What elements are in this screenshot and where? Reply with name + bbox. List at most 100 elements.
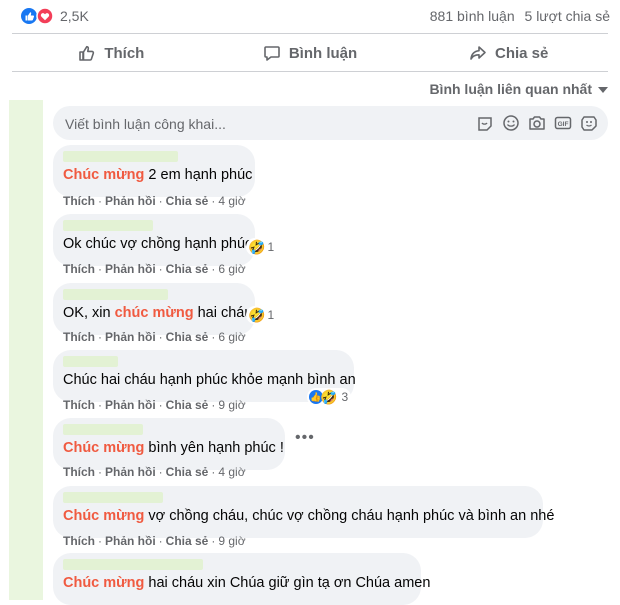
post-stats: 881 bình luận 5 lượt chia sẻ [424, 8, 610, 24]
haha-icon: 🤣 [248, 239, 266, 255]
comment-share-link[interactable]: Chia sẻ [166, 194, 209, 208]
comment-text: Chúc mừng bình yên hạnh phúc ! [63, 440, 284, 456]
comment-input-icons: GIF [476, 114, 598, 132]
like-icon [79, 45, 95, 61]
comment-time[interactable]: 4 giờ [218, 465, 245, 479]
shares-count[interactable]: 5 lượt chia sẻ [525, 8, 610, 24]
comment-reply-link[interactable]: Phản hồi [105, 330, 156, 344]
blurred-avatars-strip [9, 100, 43, 600]
comment-time[interactable]: 9 giờ [218, 398, 245, 412]
comment-bubble: Chúc mừng vợ chồng cháu, chúc vợ chồng c… [53, 486, 554, 538]
caret-down-icon [598, 87, 608, 94]
comment-input-box[interactable]: GIF [53, 106, 608, 142]
comment-like-link[interactable]: Thích [63, 534, 95, 548]
comment-reply-link[interactable]: Phản hồi [105, 398, 156, 412]
svg-text:GIF: GIF [558, 121, 569, 128]
comment-text: OK, xin chúc mừng hai cháu [63, 305, 253, 321]
like-button-label: Thích [104, 44, 145, 62]
comment-item: Chúc mừng vợ chồng cháu, chúc vợ chồng c… [53, 486, 554, 548]
comment-bubble: Chúc mừng bình yên hạnh phúc ! [53, 418, 285, 470]
post-actions: Thích Bình luận Chia sẻ [12, 38, 608, 68]
share-button-label: Chia sẻ [495, 44, 549, 62]
haha-icon: 🤣 [320, 389, 338, 405]
emoji-icon[interactable] [502, 114, 520, 132]
comment-highlight: Chúc mừng [63, 440, 145, 456]
comment-share-link[interactable]: Chia sẻ [166, 534, 209, 548]
comment-icon [264, 46, 280, 61]
comment-meta: Thích · Phản hồi · Chia sẻ · 4 giờ [63, 194, 246, 208]
comment-item: Chúc mừng bình yên hạnh phúc ! ••• Thích… [53, 418, 314, 479]
comment-time[interactable]: 4 giờ [218, 194, 245, 208]
comment-text: Ok chúc vợ chồng hạnh phúc [63, 236, 253, 252]
comment-highlight: Chúc mừng [63, 167, 145, 183]
comments-count[interactable]: 881 bình luận [430, 8, 515, 24]
comment-text: Chúc mừng vợ chồng cháu, chúc vợ chồng c… [63, 508, 555, 524]
comment-bubble: Chúc mừng hai cháu xin Chúa giữ gìn tạ ơ… [53, 553, 430, 605]
like-button[interactable]: Thích [12, 38, 211, 68]
comment-meta: Thích · Phản hồi · Chia sẻ · 9 giờ [63, 534, 246, 548]
comment-author-name[interactable] [63, 289, 168, 300]
divider-bottom [12, 71, 608, 72]
more-options-icon[interactable]: ••• [295, 429, 315, 447]
comment-author-name[interactable] [63, 220, 153, 231]
sticker-icon[interactable] [476, 114, 494, 132]
comment-author-name[interactable] [63, 356, 118, 367]
comment-author-name[interactable] [63, 492, 163, 503]
comment-share-link[interactable]: Chia sẻ [166, 330, 209, 344]
comment-reactions[interactable]: 🤣 1 [246, 238, 278, 256]
comment-like-link[interactable]: Thích [63, 262, 95, 276]
share-icon [470, 46, 486, 60]
comment-text: Chúc mừng hai cháu xin Chúa giữ gìn tạ ơ… [63, 575, 431, 591]
comment-reply-link[interactable]: Phản hồi [105, 194, 156, 208]
comment-reply-link[interactable]: Phản hồi [105, 465, 156, 479]
post-stats-bar: 2,5K 881 bình luận 5 lượt chia sẻ [0, 0, 620, 34]
comment-item: Chúc hai cháu hạnh phúc khỏe mạnh bình a… [53, 350, 356, 412]
comment-item: Chúc mừng hai cháu xin Chúa giữ gìn tạ ơ… [53, 553, 430, 605]
comment-reply-link[interactable]: Phản hồi [105, 262, 156, 276]
reaction-count[interactable]: 2,5K [60, 8, 89, 24]
comment-text: Chúc hai cháu hạnh phúc khỏe mạnh bình a… [63, 372, 356, 388]
avatar-sticker-icon[interactable] [580, 114, 598, 132]
comment-author-name[interactable] [63, 424, 143, 435]
comment-share-link[interactable]: Chia sẻ [166, 262, 209, 276]
comment-time[interactable]: 9 giờ [218, 534, 245, 548]
comment-like-link[interactable]: Thích [63, 330, 95, 344]
comment-highlight: chúc mừng [114, 305, 194, 321]
comment-reactions[interactable]: 👍 🤣 3 [307, 388, 352, 406]
comment-author-name[interactable] [63, 559, 203, 570]
comment-text: Chúc mừng 2 em hạnh phúc [63, 167, 253, 183]
comment-bubble: Ok chúc vợ chồng hạnh phúc [53, 214, 255, 266]
comment-like-link[interactable]: Thích [63, 194, 95, 208]
comment-item: OK, xin chúc mừng hai cháu 🤣 1 Thích · Phản… [53, 283, 278, 344]
comment-time[interactable]: 6 giờ [218, 262, 245, 276]
comment-meta: Thích · Phản hồi · Chia sẻ · 6 giờ [63, 330, 246, 344]
comment-button[interactable]: Bình luận [211, 38, 410, 68]
share-button[interactable]: Chia sẻ [409, 38, 608, 68]
comment-reply-link[interactable]: Phản hồi [105, 534, 156, 548]
comment-meta: Thích · Phản hồi · Chia sẻ · 4 giờ [63, 465, 246, 479]
haha-icon: 🤣 [248, 307, 266, 323]
comment-button-label: Bình luận [288, 44, 358, 62]
camera-icon[interactable] [528, 114, 546, 132]
comment-like-link[interactable]: Thích [63, 465, 95, 479]
comment-time[interactable]: 6 giờ [218, 330, 245, 344]
comment-share-link[interactable]: Chia sẻ [166, 398, 209, 412]
comment-item: Ok chúc vợ chồng hạnh phúc 🤣 1 Thích · Phản… [53, 214, 278, 276]
like-love-reaction-icons[interactable] [20, 7, 54, 25]
comment-share-link[interactable]: Chia sẻ [166, 465, 209, 479]
comment-sort-label: Bình luận liên quan nhất [429, 81, 592, 97]
comment-input[interactable] [63, 106, 467, 142]
comment-highlight: Chúc mừng [63, 508, 145, 524]
comment-sort-dropdown[interactable]: Bình luận liên quan nhất [429, 81, 608, 97]
comment-meta: Thích · Phản hồi · Chia sẻ · 6 giờ [63, 262, 246, 276]
comment-meta: Thích · Phản hồi · Chia sẻ · 9 giờ [63, 398, 246, 412]
comment-reactions[interactable]: 🤣 1 [246, 306, 278, 324]
comment-bubble: Chúc mừng 2 em hạnh phúc [53, 145, 255, 197]
divider-top [12, 33, 608, 34]
comment-like-link[interactable]: Thích [63, 398, 95, 412]
gif-icon[interactable]: GIF [554, 114, 572, 132]
comment-bubble: OK, xin chúc mừng hai cháu [53, 283, 255, 335]
comment-highlight: Chúc mừng [63, 575, 145, 591]
comment-author-name[interactable] [63, 151, 178, 162]
comment-item: Chúc mừng 2 em hạnh phúc Thích · Phản hồi ·… [53, 145, 255, 208]
